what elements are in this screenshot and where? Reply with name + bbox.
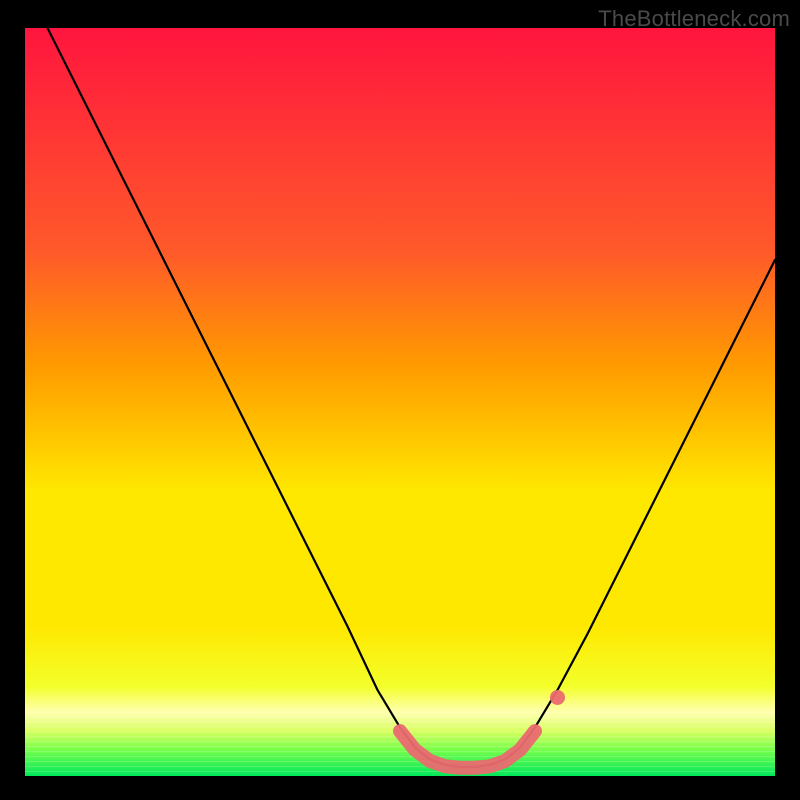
chart-svg [25,28,775,776]
chart-plot [25,28,775,776]
chart-container: TheBottleneck.com [0,0,800,800]
